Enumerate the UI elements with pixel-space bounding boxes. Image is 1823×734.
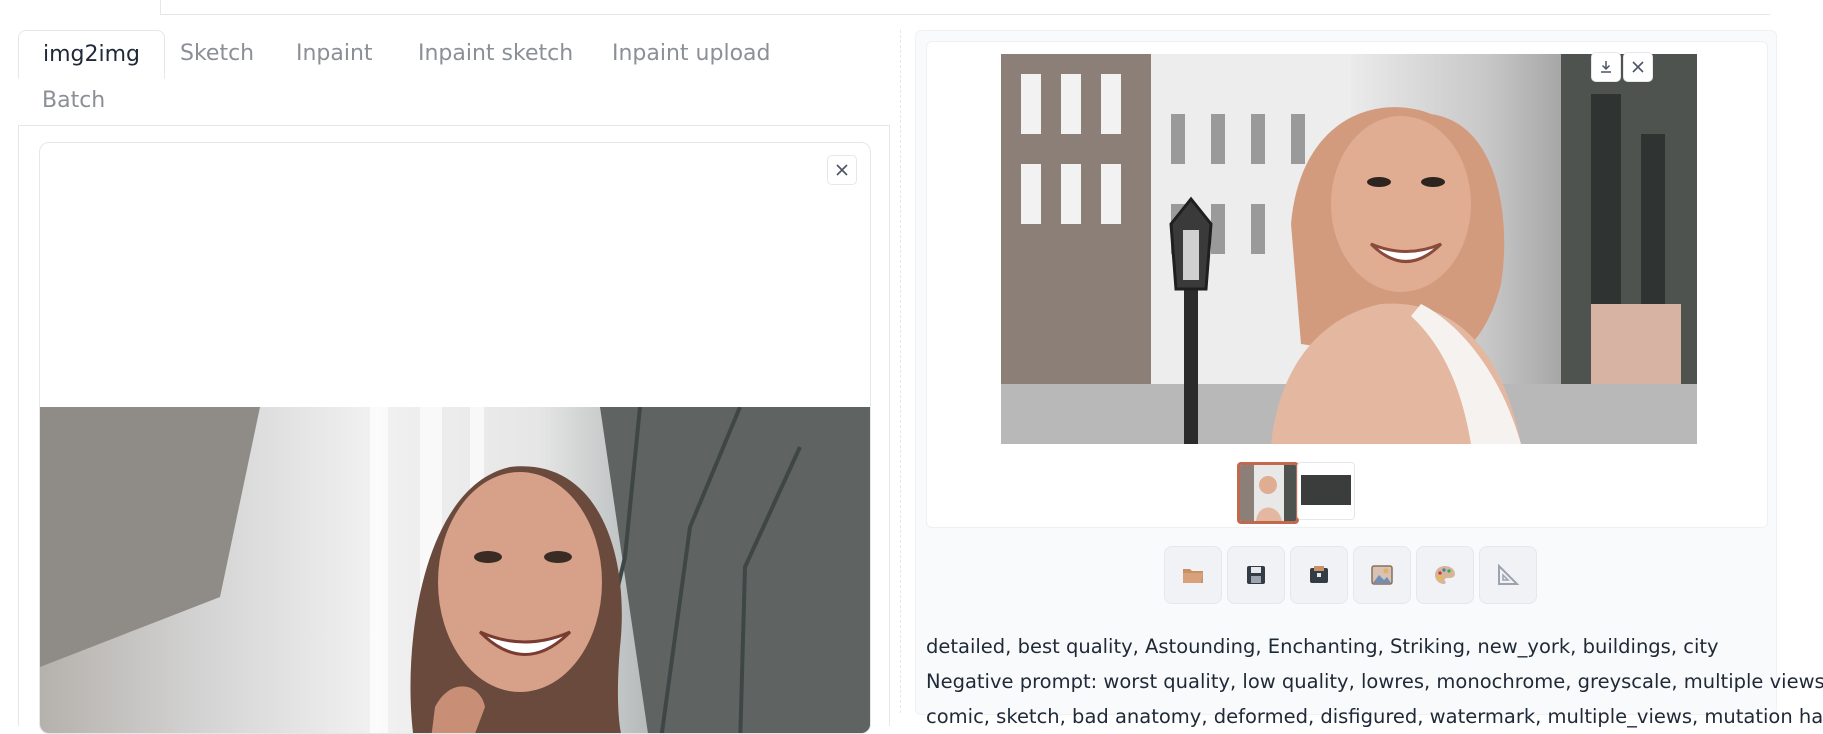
tab-strip-rule bbox=[160, 0, 1770, 15]
tab-inpaint-upload[interactable]: Inpaint upload bbox=[588, 30, 794, 77]
tab-inpaint-sketch[interactable]: Inpaint sketch bbox=[394, 30, 597, 77]
zip-button[interactable] bbox=[1290, 546, 1348, 604]
tab-sketch[interactable]: Sketch bbox=[156, 30, 278, 77]
input-image bbox=[40, 407, 870, 733]
zip-icon bbox=[1310, 566, 1328, 583]
close-icon bbox=[836, 164, 848, 176]
clear-image-button[interactable] bbox=[827, 155, 857, 185]
tab-inpaint[interactable]: Inpaint bbox=[272, 30, 397, 77]
thumbnail-image bbox=[1240, 465, 1296, 521]
generation-info-line: detailed, best quality, Astounding, Ench… bbox=[926, 635, 1719, 658]
output-action-buttons bbox=[916, 546, 1776, 606]
gallery-thumbnail-2[interactable] bbox=[1297, 462, 1355, 520]
close-preview-button[interactable] bbox=[1623, 52, 1653, 82]
send-to-extras-button[interactable] bbox=[1479, 546, 1537, 604]
img2img-mode-tabs: img2img Sketch Inpaint Inpaint sketch In… bbox=[18, 30, 888, 126]
save-button[interactable] bbox=[1227, 546, 1285, 604]
download-icon bbox=[1601, 61, 1611, 73]
gallery-thumbnail-1[interactable] bbox=[1237, 462, 1299, 524]
output-image[interactable] bbox=[1001, 54, 1697, 444]
image-icon bbox=[1371, 565, 1393, 585]
input-image-area[interactable] bbox=[39, 142, 871, 734]
save-icon bbox=[1247, 566, 1265, 584]
tab-img2img[interactable]: img2img bbox=[18, 30, 166, 79]
generation-info-line: comic, sketch, bad anatomy, deformed, di… bbox=[926, 705, 1823, 728]
output-photo-illustration bbox=[1001, 54, 1697, 444]
folder-icon bbox=[1183, 569, 1203, 583]
tab-batch[interactable]: Batch bbox=[18, 77, 129, 124]
palette-icon bbox=[1435, 566, 1455, 584]
img2img-tab-panel bbox=[18, 125, 890, 734]
generation-info: detailed, best quality, Astounding, Ench… bbox=[926, 629, 1823, 734]
generation-info-line: Negative prompt: worst quality, low qual… bbox=[926, 670, 1823, 693]
close-icon bbox=[1632, 61, 1644, 73]
output-gallery bbox=[926, 41, 1768, 528]
column-divider bbox=[900, 30, 902, 713]
download-image-button[interactable] bbox=[1591, 52, 1621, 82]
output-panel: detailed, best quality, Astounding, Ench… bbox=[915, 30, 1823, 728]
thumbnail-image bbox=[1301, 475, 1351, 505]
ruler-triangle-icon bbox=[1498, 563, 1520, 585]
send-to-inpaint-button[interactable] bbox=[1416, 546, 1474, 604]
open-folder-button[interactable] bbox=[1164, 546, 1222, 604]
send-to-img2img-button[interactable] bbox=[1353, 546, 1411, 604]
input-photo-illustration bbox=[40, 407, 870, 733]
